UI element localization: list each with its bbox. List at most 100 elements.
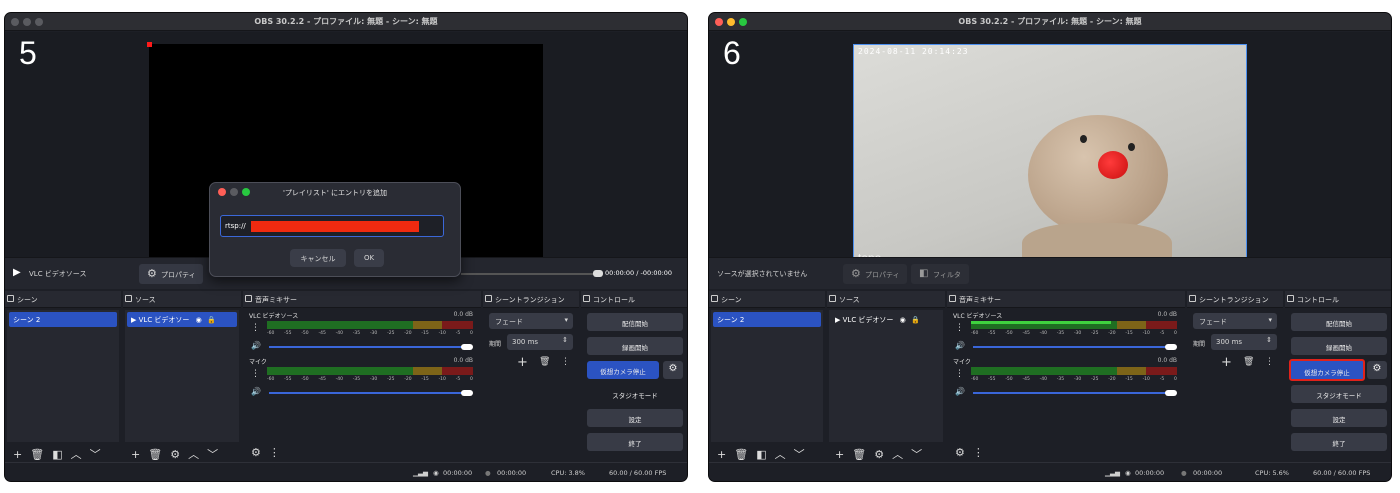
volume-knob[interactable] — [1165, 344, 1177, 350]
source-item[interactable]: ▶ VLC ビデオソー ◉ 🔒 — [831, 312, 941, 327]
start-recording-button[interactable]: 録画開始 — [1291, 337, 1387, 355]
source-item[interactable]: ▶ VLC ビデオソー ◉ 🔒 — [127, 312, 237, 327]
chevron-up-icon[interactable]: ︿ — [775, 446, 786, 462]
channel-menu-icon[interactable]: ⋮ — [955, 369, 964, 379]
chevron-down-icon[interactable]: ﹀ — [90, 446, 101, 462]
trash-icon[interactable]: 🗑 — [734, 448, 748, 461]
transition-select[interactable]: フェード ▾ — [489, 313, 573, 329]
exit-button[interactable]: 終了 — [587, 433, 683, 451]
chevron-up-icon[interactable]: ︿ — [892, 446, 903, 462]
gear-icon[interactable]: ⚙ — [170, 448, 180, 461]
start-streaming-button[interactable]: 配信開始 — [587, 313, 683, 331]
volume-knob[interactable] — [461, 390, 473, 396]
add-icon[interactable]: + — [13, 448, 22, 461]
transition-select[interactable]: フェード ▾ — [1193, 313, 1277, 329]
virtual-camera-settings-button[interactable]: ⚙ — [1367, 361, 1387, 379]
gear-icon[interactable]: ⚙ — [874, 448, 884, 461]
advanced-audio-icon[interactable]: ⚙ — [251, 446, 261, 459]
virtual-camera-settings-button[interactable]: ⚙ — [663, 361, 683, 379]
settings-button[interactable]: 設定 — [1291, 409, 1387, 427]
status-bar: ▁▃▅ ◉ 00:00:00 ● 00:00:00 CPU: 3.8% 60.0… — [5, 462, 687, 481]
duration-spinbox[interactable]: 300 ms ⇕ — [507, 334, 573, 350]
properties-button[interactable]: ⚙ プロパティ — [843, 264, 907, 284]
add-icon[interactable]: + — [717, 448, 726, 461]
docks-area: シーン シーン 2 + 🗑 ◧ ︿ ﹀ ソース ▶ VLC ビデオソー ◉ 🔒 + 🗑 ⚙ ︿… — [709, 291, 1391, 464]
dropdown-arrow-icon: ▾ — [564, 316, 568, 324]
trash-icon[interactable]: 🗑 — [148, 448, 162, 461]
play-icon[interactable]: ▶ — [13, 267, 21, 278]
add-transition-icon[interactable]: + — [1221, 355, 1232, 370]
eye-icon[interactable]: ◉ — [900, 316, 906, 324]
studio-mode-button[interactable]: スタジオモード — [1291, 385, 1387, 403]
cancel-button[interactable]: キャンセル — [290, 249, 346, 267]
lock-icon[interactable]: 🔒 — [911, 316, 920, 324]
trash-icon[interactable]: 🗑 — [1243, 357, 1254, 367]
seek-track[interactable] — [461, 273, 599, 275]
sources-dock: ソース ▶ VLC ビデオソー ◉ 🔒 + 🗑 ⚙ ︿ ﹀ — [827, 291, 945, 464]
channel-menu-icon[interactable]: ⋮ — [955, 323, 964, 333]
scene-item[interactable]: シーン 2 — [9, 312, 117, 327]
start-recording-button[interactable]: 録画開始 — [587, 337, 683, 355]
scenes-dock: シーン シーン 2 + 🗑 ◧ ︿ ﹀ — [709, 291, 825, 464]
volume-knob[interactable] — [461, 344, 473, 350]
camera-feed[interactable]: 2024-08-11 20:14:23 tapo — [853, 44, 1247, 270]
transition-menu-icon[interactable]: ⋮ — [1265, 357, 1274, 367]
chevron-down-icon[interactable]: ﹀ — [911, 446, 922, 462]
eye-icon[interactable]: ◉ — [196, 316, 202, 324]
stop-virtual-camera-button[interactable]: 仮想カメラ停止 — [587, 361, 659, 379]
scene-item[interactable]: シーン 2 — [713, 312, 821, 327]
channel-menu-icon[interactable]: ⋮ — [251, 369, 260, 379]
sources-toolbar: + 🗑 ⚙ ︿ ﹀ — [123, 442, 241, 464]
speaker-icon[interactable]: 🔊 — [251, 341, 261, 350]
studio-mode-button[interactable]: スタジオモード — [587, 385, 683, 403]
transition-menu-icon[interactable]: ⋮ — [561, 357, 570, 367]
sources-list: ▶ VLC ビデオソー ◉ 🔒 — [829, 310, 943, 442]
speaker-icon[interactable]: 🔊 — [251, 387, 261, 396]
chevron-down-icon[interactable]: ﹀ — [794, 446, 805, 462]
start-streaming-button[interactable]: 配信開始 — [1291, 313, 1387, 331]
mixer-dock-header: 音声ミキサー — [243, 291, 481, 308]
duration-spinbox[interactable]: 300 ms ⇕ — [1211, 334, 1277, 350]
stop-virtual-camera-button[interactable]: 仮想カメラ停止 — [1289, 359, 1365, 381]
ok-button[interactable]: OK — [354, 249, 384, 267]
obs-window-step-5: OBS 30.2.2 - プロファイル: 無題 - シーン: 無題 5 ▶ VL… — [4, 12, 688, 482]
filter-icon[interactable]: ◧ — [52, 448, 62, 461]
transitions-dock-header: シーントランジション — [1187, 291, 1283, 308]
trash-icon[interactable]: 🗑 — [30, 448, 44, 461]
url-input[interactable]: rtsp:// — [220, 215, 444, 237]
volume-knob[interactable] — [1165, 390, 1177, 396]
add-icon[interactable]: + — [835, 448, 844, 461]
settings-button[interactable]: 設定 — [587, 409, 683, 427]
trash-icon[interactable]: 🗑 — [539, 357, 550, 367]
channel-menu-icon[interactable]: ⋮ — [251, 323, 260, 333]
record-icon: ● — [1181, 469, 1187, 477]
properties-button[interactable]: ⚙ プロパティ — [139, 264, 203, 284]
volume-slider[interactable] — [973, 346, 1169, 348]
filter-icon[interactable]: ◧ — [756, 448, 766, 461]
exit-button[interactable]: 終了 — [1291, 433, 1387, 451]
audio-mixer-dock: 音声ミキサー VLC ビデオソース 0.0 dB ⋮ -60 -55 -50 -45-… — [947, 291, 1185, 464]
volume-slider[interactable] — [269, 392, 465, 394]
chevron-down-icon[interactable]: ﹀ — [207, 446, 218, 462]
source-handle[interactable] — [147, 42, 152, 47]
chevron-up-icon[interactable]: ︿ — [71, 446, 82, 462]
mixer-menu-icon[interactable]: ⋮ — [973, 446, 984, 459]
mixer-menu-icon[interactable]: ⋮ — [269, 446, 280, 459]
filters-button[interactable]: ◧ フィルタ — [911, 264, 969, 284]
volume-slider[interactable] — [973, 392, 1169, 394]
speaker-icon[interactable]: 🔊 — [955, 387, 965, 396]
lock-icon[interactable]: 🔒 — [207, 316, 216, 324]
volume-slider[interactable] — [269, 346, 465, 348]
add-icon[interactable]: + — [131, 448, 140, 461]
add-transition-icon[interactable]: + — [517, 355, 528, 370]
level-meter — [267, 321, 473, 329]
trash-icon[interactable]: 🗑 — [852, 448, 866, 461]
speaker-icon[interactable]: 🔊 — [955, 341, 965, 350]
chevron-up-icon[interactable]: ︿ — [188, 446, 199, 462]
camera-timestamp: 2024-08-11 20:14:23 — [858, 47, 969, 56]
level-meter — [971, 321, 1177, 329]
seek-knob[interactable] — [593, 270, 603, 277]
advanced-audio-icon[interactable]: ⚙ — [955, 446, 965, 459]
source-control-bar: ソースが選択されていません ⚙ プロパティ ◧ フィルタ — [709, 257, 1391, 289]
dock-icon — [125, 295, 132, 302]
